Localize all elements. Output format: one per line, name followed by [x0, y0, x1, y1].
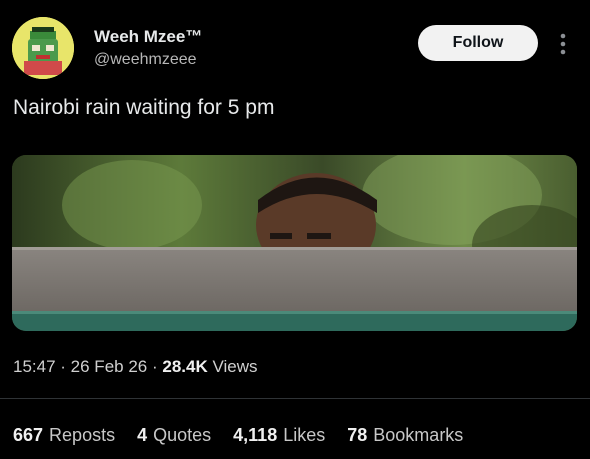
divider	[0, 398, 590, 399]
tweet-text: Nairobi rain waiting for 5 pm	[13, 96, 275, 119]
views-count: 28.4K	[162, 357, 208, 376]
bookmarks-count: 78	[347, 425, 368, 445]
meta-separator: ·	[151, 357, 163, 376]
likes-stat[interactable]: 4,118 Likes	[233, 425, 325, 446]
quotes-label: Quotes	[153, 425, 212, 445]
reposts-stat[interactable]: 667 Reposts	[13, 425, 115, 446]
reposts-count: 667	[13, 425, 44, 445]
meta-separator: ·	[60, 357, 71, 376]
engagement-stats: 667 Reposts 4 Quotes 4,118 Likes 78 Bookmark…	[13, 425, 485, 446]
follow-button[interactable]: Follow	[418, 25, 538, 61]
author-name[interactable]: Weeh Mzee™	[94, 27, 202, 47]
quotes-stat[interactable]: 4 Quotes	[137, 425, 211, 446]
views-label: Views	[212, 357, 258, 376]
more-vertical-icon[interactable]	[553, 30, 573, 58]
tweet-date[interactable]: 26 Feb 26	[71, 357, 148, 376]
profile-avatar-icon	[12, 17, 74, 79]
bookmarks-label: Bookmarks	[373, 425, 464, 445]
likes-count: 4,118	[233, 425, 278, 445]
tweet-meta: 15:47 · 26 Feb 26 · 28.4K Views	[13, 357, 258, 377]
reposts-label: Reposts	[49, 425, 116, 445]
likes-label: Likes	[283, 425, 326, 445]
tweet-time[interactable]: 15:47	[13, 357, 56, 376]
bookmarks-stat[interactable]: 78 Bookmarks	[347, 425, 463, 446]
tweet-image[interactable]	[12, 155, 577, 331]
avatar[interactable]	[12, 17, 74, 79]
author-handle[interactable]: @weehmzeee	[94, 51, 197, 69]
quotes-count: 4	[137, 425, 148, 445]
